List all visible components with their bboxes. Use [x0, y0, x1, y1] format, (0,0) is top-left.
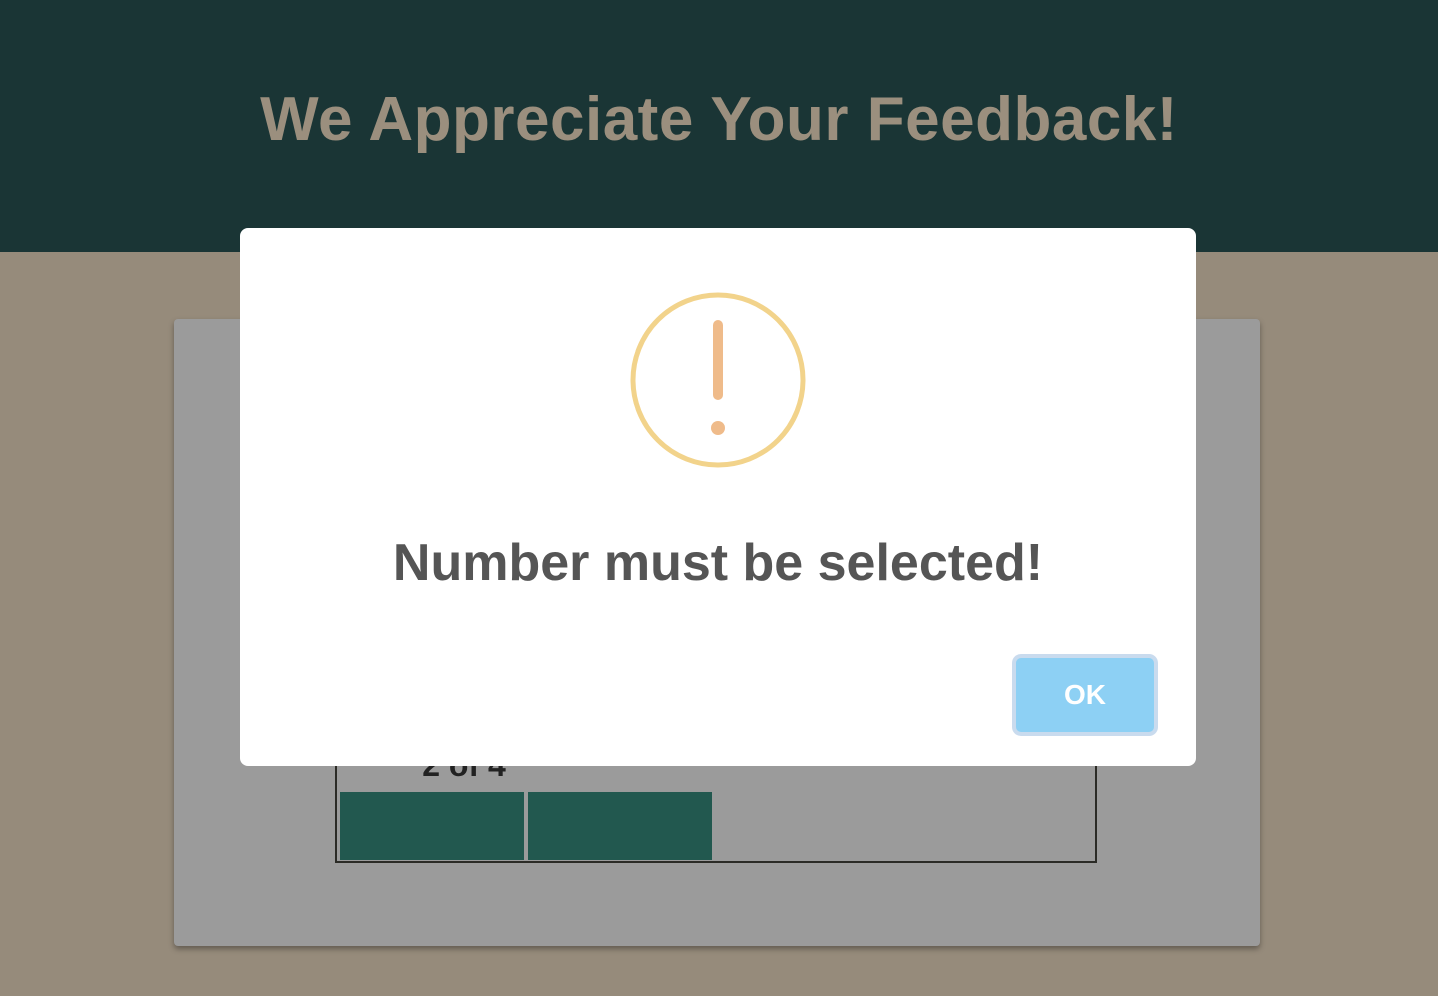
ok-button[interactable]: OK	[1012, 654, 1158, 736]
warning-icon	[630, 292, 806, 468]
modal-overlay: Number must be selected! OK	[0, 0, 1438, 996]
alert-dialog: Number must be selected! OK	[240, 228, 1196, 766]
alert-message: Number must be selected!	[392, 534, 1044, 592]
